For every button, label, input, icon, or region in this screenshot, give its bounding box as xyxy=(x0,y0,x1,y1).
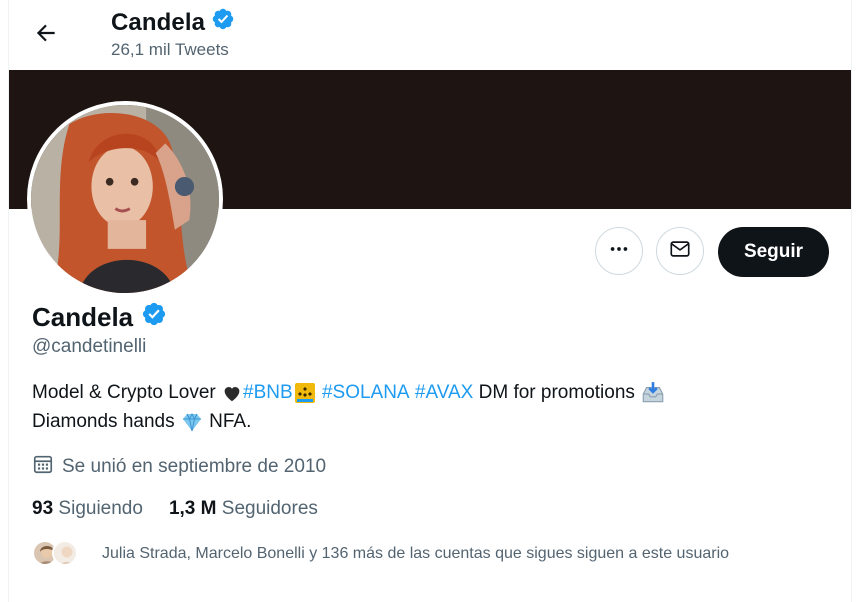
black-heart-emoji xyxy=(221,382,243,404)
profile-handle: @candetinelli xyxy=(32,336,147,357)
avatar xyxy=(52,540,78,566)
bio-line-1: Model & Crypto Lover #BNB #SOLANA #AVAX … xyxy=(32,378,666,407)
back-arrow-icon[interactable] xyxy=(33,20,59,46)
followers-you-know-text: Julia Strada, Marcelo Bonelli y 136 más … xyxy=(102,545,730,562)
join-date: Se unió en septiembre de 2010 xyxy=(32,453,326,481)
header-name: Candela xyxy=(111,8,206,36)
calendar-icon xyxy=(32,453,54,481)
followers-count: 1,3 M xyxy=(168,498,217,519)
inbox-tray-emoji xyxy=(640,380,666,406)
top-bar: Candela 26,1 mil Tweets xyxy=(9,0,851,68)
profile-name: Candela xyxy=(32,302,134,332)
tweet-count: 26,1 mil Tweets xyxy=(111,40,229,59)
join-date-text: Se unió en septiembre de 2010 xyxy=(62,456,327,477)
profile-bio: Model & Crypto Lover #BNB #SOLANA #AVAX … xyxy=(32,378,666,436)
hashtag-solana[interactable]: #SOLANA xyxy=(322,378,410,407)
bnb-logo-emoji xyxy=(293,381,317,405)
profile-page: Candela 26,1 mil Tweets Seguir Candela @… xyxy=(8,0,852,602)
profile-avatar[interactable] xyxy=(27,101,223,297)
hashtag-bnb[interactable]: #BNB xyxy=(243,378,293,407)
following-label: Siguiendo xyxy=(58,498,143,519)
bio-text: Model & Crypto Lover xyxy=(32,382,216,403)
more-icon xyxy=(608,238,630,265)
following-link[interactable]: 93 Siguiendo xyxy=(32,498,143,520)
hashtag-avax[interactable]: #AVAX xyxy=(415,378,473,407)
bio-line-2: Diamonds hands NFA. xyxy=(32,407,666,436)
profile-stats: 93 Siguiendo 1,3 M Seguidores xyxy=(32,498,318,520)
message-icon xyxy=(669,238,691,265)
more-button[interactable] xyxy=(595,227,643,275)
follow-button[interactable]: Seguir xyxy=(718,227,829,277)
diamond-emoji xyxy=(180,410,204,434)
bio-text: Diamonds hands xyxy=(32,411,175,432)
followers-you-know[interactable]: Julia Strada, Marcelo Bonelli y 136 más … xyxy=(32,540,729,568)
message-button[interactable] xyxy=(656,227,704,275)
followers-link[interactable]: 1,3 M Seguidores xyxy=(169,498,318,520)
verified-badge-icon xyxy=(141,301,167,334)
mutual-avatars xyxy=(32,540,88,568)
profile-name-row: Candela xyxy=(32,301,167,334)
followers-label: Seguidores xyxy=(221,498,318,519)
header-title: Candela xyxy=(111,7,235,38)
bio-text: NFA. xyxy=(209,411,252,432)
verified-badge-icon xyxy=(211,7,235,38)
bio-text: DM for promotions xyxy=(478,382,635,403)
following-count: 93 xyxy=(32,498,54,519)
